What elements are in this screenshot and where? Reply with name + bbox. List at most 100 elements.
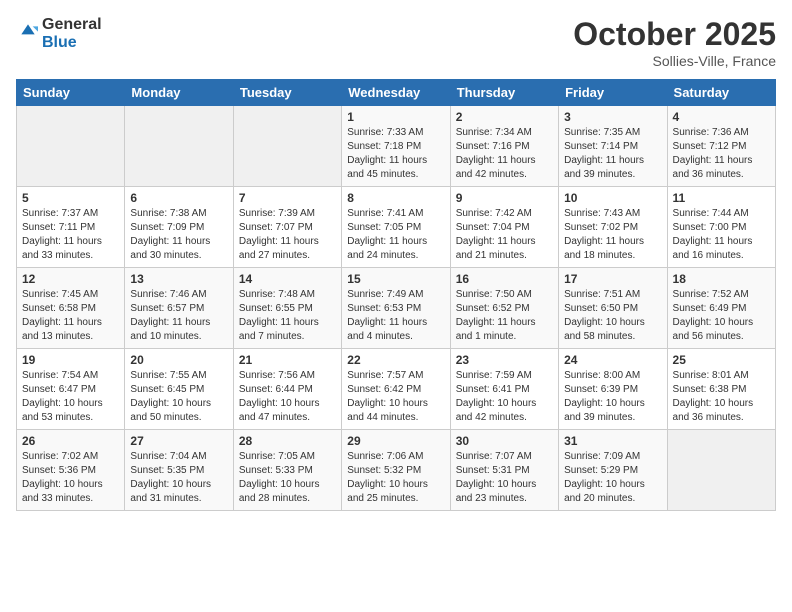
- location: Sollies-Ville, France: [573, 53, 776, 69]
- calendar-header-row: SundayMondayTuesdayWednesdayThursdayFrid…: [17, 80, 776, 106]
- calendar-cell: 19Sunrise: 7:54 AMSunset: 6:47 PMDayligh…: [17, 349, 125, 430]
- logo-blue-text: Blue: [42, 34, 102, 52]
- calendar-cell: [667, 430, 775, 511]
- day-number: 2: [456, 110, 553, 124]
- cell-info: Sunrise: 7:02 AM: [22, 451, 98, 462]
- cell-info: Sunset: 7:00 PM: [673, 222, 747, 233]
- cell-info: Sunrise: 7:44 AM: [673, 208, 749, 219]
- cell-info: Daylight: 10 hours and 56 minutes.: [673, 317, 754, 342]
- page-header: General Blue October 2025 Sollies-Ville,…: [16, 16, 776, 69]
- cell-info: Sunset: 6:57 PM: [130, 303, 204, 314]
- column-header-thursday: Thursday: [450, 80, 558, 106]
- cell-info: Sunrise: 7:04 AM: [130, 451, 206, 462]
- day-number: 20: [130, 353, 227, 367]
- cell-info: Sunset: 6:52 PM: [456, 303, 530, 314]
- cell-info: Daylight: 11 hours and 16 minutes.: [673, 236, 753, 261]
- logo-icon: [18, 21, 38, 41]
- cell-info: Sunrise: 7:45 AM: [22, 289, 98, 300]
- cell-info: Daylight: 10 hours and 25 minutes.: [347, 479, 428, 504]
- calendar-cell: 10Sunrise: 7:43 AMSunset: 7:02 PMDayligh…: [559, 187, 667, 268]
- cell-info: Sunset: 7:09 PM: [130, 222, 204, 233]
- day-number: 28: [239, 434, 336, 448]
- calendar-cell: 27Sunrise: 7:04 AMSunset: 5:35 PMDayligh…: [125, 430, 233, 511]
- calendar-cell: 9Sunrise: 7:42 AMSunset: 7:04 PMDaylight…: [450, 187, 558, 268]
- cell-info: Sunset: 7:05 PM: [347, 222, 421, 233]
- day-number: 13: [130, 272, 227, 286]
- column-header-friday: Friday: [559, 80, 667, 106]
- calendar-cell: 25Sunrise: 8:01 AMSunset: 6:38 PMDayligh…: [667, 349, 775, 430]
- cell-info: Sunrise: 7:33 AM: [347, 127, 423, 138]
- calendar-cell: 7 Sunrise: 7:39 AM Sunset: 7:07 PM Daylight…: [233, 187, 341, 268]
- cell-info: Sunrise: 7:42 AM: [456, 208, 532, 219]
- day-number: 11: [673, 191, 770, 205]
- logo-general-text: General: [42, 16, 102, 34]
- cell-info: Sunrise: 7:06 AM: [347, 451, 423, 462]
- calendar-cell: 22Sunrise: 7:57 AMSunset: 6:42 PMDayligh…: [342, 349, 450, 430]
- cell-info: Sunset: 7:12 PM: [673, 141, 747, 152]
- cell-info: Sunset: 5:35 PM: [130, 465, 204, 476]
- cell-info: Daylight: 11 hours and 1 minute.: [456, 317, 536, 342]
- day-number: 24: [564, 353, 661, 367]
- cell-info: Daylight: 10 hours and 47 minutes.: [239, 398, 320, 423]
- calendar-cell: 21Sunrise: 7:56 AMSunset: 6:44 PMDayligh…: [233, 349, 341, 430]
- day-number: 7: [239, 191, 336, 205]
- column-header-wednesday: Wednesday: [342, 80, 450, 106]
- cell-info: Sunset: 6:45 PM: [130, 384, 204, 395]
- calendar-cell: 5Sunrise: 7:37 AMSunset: 7:11 PMDaylight…: [17, 187, 125, 268]
- cell-info: Sunrise: 7:49 AM: [347, 289, 423, 300]
- cell-info: Sunset: 7:11 PM: [22, 222, 95, 233]
- cell-info: Sunset: 5:36 PM: [22, 465, 96, 476]
- cell-info: Daylight: 11 hours and 27 minutes.: [239, 236, 319, 261]
- cell-info: Sunset: 6:53 PM: [347, 303, 421, 314]
- cell-info: Daylight: 10 hours and 39 minutes.: [564, 398, 645, 423]
- cell-info: Sunrise: 7:54 AM: [22, 370, 98, 381]
- calendar-cell: 17Sunrise: 7:51 AMSunset: 6:50 PMDayligh…: [559, 268, 667, 349]
- cell-info: Sunset: 5:33 PM: [239, 465, 313, 476]
- cell-info: Sunset: 7:14 PM: [564, 141, 638, 152]
- calendar-cell: 30Sunrise: 7:07 AMSunset: 5:31 PMDayligh…: [450, 430, 558, 511]
- calendar-cell: [125, 106, 233, 187]
- calendar-cell: 16Sunrise: 7:50 AMSunset: 6:52 PMDayligh…: [450, 268, 558, 349]
- cell-info: Daylight: 10 hours and 50 minutes.: [130, 398, 211, 423]
- calendar-cell: 31Sunrise: 7:09 AMSunset: 5:29 PMDayligh…: [559, 430, 667, 511]
- cell-info: Daylight: 11 hours and 42 minutes.: [456, 155, 536, 180]
- cell-info: Sunrise: 7:52 AM: [673, 289, 749, 300]
- cell-info: Daylight: 10 hours and 53 minutes.: [22, 398, 103, 423]
- day-number: 15: [347, 272, 444, 286]
- cell-info: Sunset: 7:02 PM: [564, 222, 638, 233]
- day-number: 10: [564, 191, 661, 205]
- calendar-cell: 18Sunrise: 7:52 AMSunset: 6:49 PMDayligh…: [667, 268, 775, 349]
- cell-info: Sunrise: 7:39 AM: [239, 208, 315, 219]
- cell-info: Daylight: 10 hours and 42 minutes.: [456, 398, 537, 423]
- calendar-cell: 2 Sunrise: 7:34 AM Sunset: 7:16 PM Daylight…: [450, 106, 558, 187]
- calendar-week-2: 5Sunrise: 7:37 AMSunset: 7:11 PMDaylight…: [17, 187, 776, 268]
- day-number: 21: [239, 353, 336, 367]
- cell-info: Daylight: 10 hours and 23 minutes.: [456, 479, 537, 504]
- calendar-cell: [233, 106, 341, 187]
- cell-info: Sunset: 7:16 PM: [456, 141, 530, 152]
- cell-info: Sunset: 7:07 PM: [239, 222, 313, 233]
- day-number: 22: [347, 353, 444, 367]
- month-title: October 2025: [573, 16, 776, 53]
- calendar-cell: 1Sunrise: 7:33 AMSunset: 7:18 PMDaylight…: [342, 106, 450, 187]
- calendar-cell: 12Sunrise: 7:45 AMSunset: 6:58 PMDayligh…: [17, 268, 125, 349]
- cell-info: Sunrise: 7:34 AM: [456, 127, 532, 138]
- cell-info: Sunrise: 7:43 AM: [564, 208, 640, 219]
- cell-info: Sunrise: 7:48 AM: [239, 289, 315, 300]
- cell-info: Sunrise: 8:01 AM: [673, 370, 749, 381]
- day-number: 14: [239, 272, 336, 286]
- calendar-week-3: 12Sunrise: 7:45 AMSunset: 6:58 PMDayligh…: [17, 268, 776, 349]
- calendar-cell: 6Sunrise: 7:38 AMSunset: 7:09 PMDaylight…: [125, 187, 233, 268]
- day-number: 6: [130, 191, 227, 205]
- cell-info: Daylight: 11 hours and 10 minutes.: [130, 317, 210, 342]
- day-number: 30: [456, 434, 553, 448]
- cell-info: Sunrise: 8:00 AM: [564, 370, 640, 381]
- cell-info: Sunrise: 7:38 AM: [130, 208, 206, 219]
- calendar-cell: 23Sunrise: 7:59 AMSunset: 6:41 PMDayligh…: [450, 349, 558, 430]
- cell-info: Sunset: 7:18 PM: [347, 141, 421, 152]
- cell-info: Sunrise: 7:09 AM: [564, 451, 640, 462]
- cell-info: Daylight: 11 hours and 33 minutes.: [22, 236, 102, 261]
- calendar-table: SundayMondayTuesdayWednesdayThursdayFrid…: [16, 79, 776, 511]
- cell-info: Sunset: 6:55 PM: [239, 303, 313, 314]
- cell-info: Sunset: 5:31 PM: [456, 465, 530, 476]
